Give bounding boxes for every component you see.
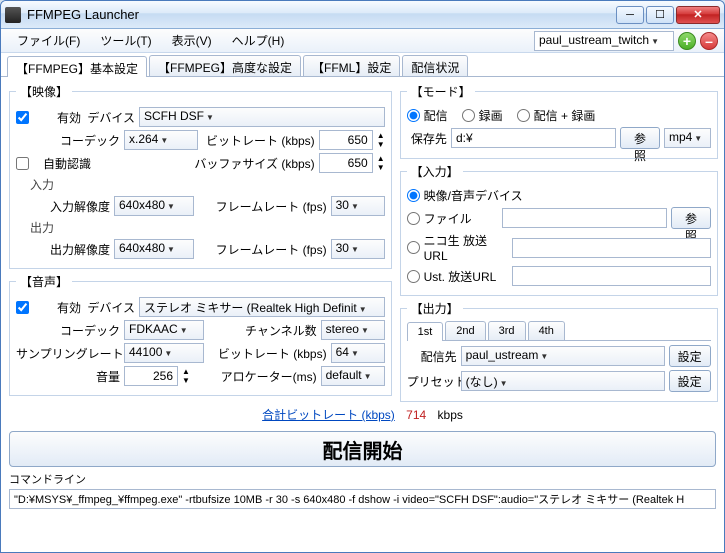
total-bitrate-row: 合計ビットレート (kbps) 714 kbps <box>9 402 716 427</box>
input-nico-url[interactable] <box>512 238 711 258</box>
video-legend: 【映像】 <box>16 83 72 100</box>
tab-status[interactable]: 配信状況 <box>402 55 468 76</box>
output-preset-set-button[interactable]: 設定 <box>669 370 711 392</box>
window-title: FFMPEG Launcher <box>27 7 614 22</box>
audio-bitrate-select[interactable]: 64▼ <box>331 343 385 363</box>
profile-select[interactable]: paul_ustream_twitch▼ <box>534 31 674 51</box>
video-bitrate-input[interactable] <box>319 130 373 150</box>
browse-file-button[interactable]: 参照 <box>671 207 710 229</box>
save-path-input[interactable] <box>451 128 616 148</box>
video-group: 【映像】 有効 デバイス SCFH DSF▼ コーデック x.264▼ ビットレ… <box>9 83 392 269</box>
output-tabstrip: 1st 2nd 3rd 4th <box>407 321 711 341</box>
delete-profile-button[interactable]: – <box>700 32 718 50</box>
spinner-icon[interactable]: ▲▼ <box>377 131 385 149</box>
video-device-select[interactable]: SCFH DSF▼ <box>139 107 385 127</box>
out-tab-1[interactable]: 1st <box>407 322 444 341</box>
total-label: 合計ビットレート (kbps) <box>262 408 395 422</box>
input-dev-radio[interactable] <box>407 189 420 202</box>
output-legend: 【出力】 <box>407 300 463 317</box>
menu-tool[interactable]: ツール(T) <box>90 29 161 52</box>
total-value: 714 <box>406 408 426 422</box>
audio-vol-input[interactable] <box>124 366 178 386</box>
audio-sr-select[interactable]: 44100▼ <box>124 343 204 363</box>
audio-channels-select[interactable]: stereo▼ <box>321 320 385 340</box>
menu-file[interactable]: ファイル(F) <box>7 29 90 52</box>
commandline-box: コマンドライン <box>9 471 716 509</box>
video-inres-select[interactable]: 640x480▼ <box>114 196 194 216</box>
audio-enable-checkbox[interactable] <box>16 301 29 314</box>
mode-both-radio[interactable] <box>517 109 530 122</box>
audio-codec-select[interactable]: FDKAAC▼ <box>124 320 204 340</box>
audio-group: 【音声】 有効 デバイス ステレオ ミキサー (Realtek High Def… <box>9 273 392 396</box>
spinner-icon[interactable]: ▲▼ <box>377 154 385 172</box>
video-outres-select[interactable]: 640x480▼ <box>114 239 194 259</box>
menubar: ファイル(F) ツール(T) 表示(V) ヘルプ(H) paul_ustream… <box>1 29 724 53</box>
video-auto-checkbox[interactable] <box>16 157 29 170</box>
add-profile-button[interactable]: + <box>678 32 696 50</box>
tab-advanced[interactable]: 【FFMPEG】高度な設定 <box>149 55 301 76</box>
start-stream-button[interactable]: 配信開始 <box>9 431 716 467</box>
out-tab-4[interactable]: 4th <box>528 321 565 340</box>
audio-legend: 【音声】 <box>16 273 72 290</box>
video-codec-select[interactable]: x.264▼ <box>124 130 198 150</box>
chevron-down-icon: ▼ <box>651 37 659 46</box>
menu-help[interactable]: ヘルプ(H) <box>222 29 295 52</box>
output-dest-select[interactable]: paul_ustream▼ <box>461 346 665 366</box>
main-tabstrip: 【FFMPEG】基本設定 【FFMPEG】高度な設定 【FFML】設定 配信状況 <box>1 53 724 77</box>
minimize-button[interactable]: ─ <box>616 6 644 24</box>
mode-legend: 【モード】 <box>407 83 475 100</box>
spinner-icon[interactable]: ▲▼ <box>182 367 190 385</box>
mode-stream-radio[interactable] <box>407 109 420 122</box>
video-enable-checkbox[interactable] <box>16 111 29 124</box>
content-panel: 【映像】 有効 デバイス SCFH DSF▼ コーデック x.264▼ ビットレ… <box>1 77 724 552</box>
app-icon <box>5 7 21 23</box>
audio-alloc-select[interactable]: default▼ <box>321 366 385 386</box>
tab-ffml[interactable]: 【FFML】設定 <box>303 55 400 76</box>
output-group: 【出力】 1st 2nd 3rd 4th 配信先 paul_ustream▼ 設… <box>400 300 718 402</box>
input-file-path[interactable] <box>502 208 667 228</box>
video-infps-select[interactable]: 30▼ <box>331 196 385 216</box>
output-dest-set-button[interactable]: 設定 <box>669 345 711 367</box>
input-group: 【入力】 映像/音声デバイス ファイル参照 ニコ生 放送URL Ust. 放送U… <box>400 163 718 296</box>
input-nico-radio[interactable] <box>407 241 420 254</box>
mode-rec-radio[interactable] <box>462 109 475 122</box>
input-legend: 【入力】 <box>407 163 463 180</box>
browse-save-button[interactable]: 参照 <box>620 127 660 149</box>
cmd-input[interactable] <box>9 489 716 509</box>
audio-device-select[interactable]: ステレオ ミキサー (Realtek High Definit▼ <box>139 297 385 317</box>
video-outfps-select[interactable]: 30▼ <box>331 239 385 259</box>
input-ust-url[interactable] <box>512 266 711 286</box>
cmd-label: コマンドライン <box>9 471 716 487</box>
video-bufsize-input[interactable] <box>319 153 373 173</box>
input-ust-radio[interactable] <box>407 270 420 283</box>
output-preset-select[interactable]: (なし)▼ <box>461 371 665 391</box>
tab-basic[interactable]: 【FFMPEG】基本設定 <box>7 56 147 77</box>
chevron-down-icon: ▼ <box>206 113 214 122</box>
maximize-button[interactable]: ☐ <box>646 6 674 24</box>
close-button[interactable]: ✕ <box>676 6 720 24</box>
mode-group: 【モード】 配信 録画 配信 + 録画 保存先 参照 mp4▼ <box>400 83 718 159</box>
total-unit: kbps <box>438 408 463 422</box>
app-window: FFMPEG Launcher ─ ☐ ✕ ファイル(F) ツール(T) 表示(… <box>0 0 725 553</box>
menu-view[interactable]: 表示(V) <box>162 29 222 52</box>
titlebar[interactable]: FFMPEG Launcher ─ ☐ ✕ <box>1 1 724 29</box>
input-file-radio[interactable] <box>407 212 420 225</box>
out-tab-3[interactable]: 3rd <box>488 321 526 340</box>
out-tab-2[interactable]: 2nd <box>445 321 485 340</box>
format-select[interactable]: mp4▼ <box>664 128 711 148</box>
